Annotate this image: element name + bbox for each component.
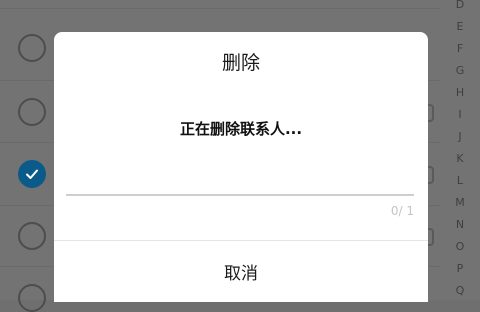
cancel-button[interactable]: 取消 xyxy=(54,241,428,301)
select-circle-icon[interactable] xyxy=(18,98,46,126)
index-letter-n[interactable]: N xyxy=(456,214,464,236)
index-letter-m[interactable]: M xyxy=(455,192,465,214)
select-circle-icon[interactable] xyxy=(18,284,46,312)
index-letter-g[interactable]: G xyxy=(456,60,465,82)
select-circle-icon[interactable] xyxy=(18,222,46,250)
checked-circle-icon[interactable] xyxy=(18,160,46,188)
index-letter-f[interactable]: F xyxy=(457,38,463,60)
index-letter-o[interactable]: O xyxy=(456,236,465,258)
index-letter-j[interactable]: J xyxy=(458,126,461,148)
delete-progress-dialog: 删除 正在删除联系人... 0/ 1 取消 xyxy=(54,32,428,302)
index-letter-i[interactable]: I xyxy=(458,104,461,126)
dialog-message: 正在删除联系人... xyxy=(179,120,303,138)
progress-bar xyxy=(66,194,414,196)
row-divider xyxy=(0,8,440,9)
select-circle-icon[interactable] xyxy=(18,34,46,62)
index-letter-q[interactable]: Q xyxy=(456,280,465,302)
index-letter-e[interactable]: E xyxy=(457,16,464,38)
index-letter-h[interactable]: H xyxy=(456,82,464,104)
progress-count: 0/ 1 xyxy=(390,204,414,218)
index-letter-p[interactable]: P xyxy=(457,258,464,280)
index-letter-d[interactable]: D xyxy=(456,0,464,16)
dialog-title: 删除 xyxy=(221,52,260,74)
index-letter-l[interactable]: L xyxy=(457,170,463,192)
index-letter-k[interactable]: K xyxy=(456,148,463,170)
alphabet-index-bar[interactable]: DEFGHIJKLMNOPQ xyxy=(444,0,476,302)
